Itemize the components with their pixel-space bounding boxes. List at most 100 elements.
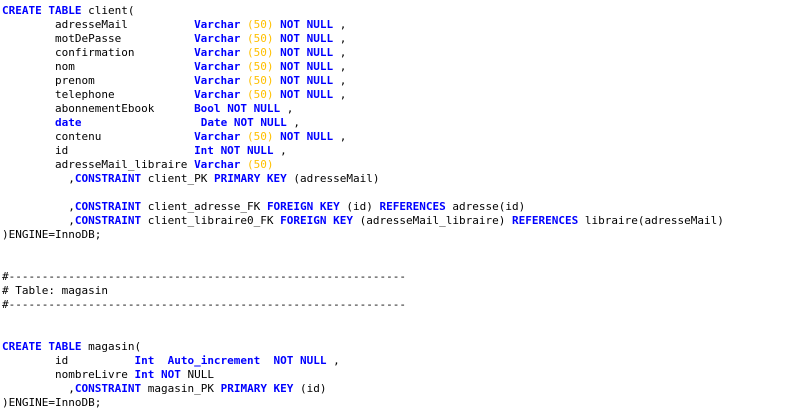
code-text: adresse(id) (445, 200, 526, 213)
sql-keyword: FOREIGN KEY (266, 200, 340, 213)
code-text: , (286, 116, 301, 129)
code-text: abonnementEbook (2, 102, 195, 115)
code-text: NULL (180, 368, 214, 381)
sql-keyword: NOT NULL (220, 144, 274, 157)
sql-comment: #---------------------------------------… (2, 298, 406, 311)
code-line: id Int Auto_increment NOT NULL , (2, 354, 340, 368)
sql-number: (50) (247, 74, 274, 87)
code-line: )ENGINE=InnoDB; (2, 396, 101, 409)
sql-keyword: Varchar (194, 60, 241, 73)
code-line: adresseMail Varchar (50) NOT NULL , (2, 18, 346, 32)
code-text: (id) (293, 382, 327, 395)
sql-keyword: Varchar (194, 130, 241, 143)
sql-keyword: NOT NULL (280, 130, 334, 143)
sql-keyword: CONSTRAINT (74, 200, 142, 213)
sql-number: (50) (247, 88, 274, 101)
code-line: ,CONSTRAINT client_adresse_FK FOREIGN KE… (2, 200, 525, 214)
sql-keyword: Varchar (194, 18, 241, 31)
sql-keyword: REFERENCES (379, 200, 446, 213)
code-line: nom Varchar (50) NOT NULL , (2, 60, 346, 74)
sql-keyword: CREATE TABLE (2, 340, 82, 353)
sql-number: (50) (247, 130, 274, 143)
sql-keyword: Varchar (194, 32, 241, 45)
code-line: ,CONSTRAINT client_PK PRIMARY KEY (adres… (2, 172, 379, 186)
code-text: magasin_PK (141, 382, 221, 395)
sql-keyword: Varchar (194, 88, 241, 101)
code-text: id (2, 354, 135, 367)
code-text: client_PK (141, 172, 214, 185)
code-line: prenom Varchar (50) NOT NULL , (2, 74, 346, 88)
code-text: nom (2, 60, 195, 73)
sql-keyword: CONSTRAINT (74, 382, 142, 395)
sql-keyword: PRIMARY KEY (213, 172, 287, 185)
sql-keyword: Varchar (194, 158, 241, 171)
code-text: , (2, 214, 75, 227)
sql-keyword: NOT NULL (280, 88, 334, 101)
sql-keyword: NOT NULL (280, 74, 334, 87)
code-text: adresseMail_libraire (2, 158, 195, 171)
code-text: , (280, 102, 294, 115)
sql-keyword: Int (194, 144, 214, 157)
sql-number: (50) (247, 158, 274, 171)
code-line: motDePasse Varchar (50) NOT NULL , (2, 32, 346, 46)
code-text: , (333, 46, 347, 59)
sql-keyword: NOT (160, 368, 181, 381)
code-text: , (2, 200, 75, 213)
code-text: telephone (2, 88, 195, 101)
sql-keyword: Date (200, 116, 228, 129)
sql-keyword: PRIMARY KEY (220, 382, 294, 395)
sql-code-editor[interactable]: CREATE TABLE client( adresseMail Varchar… (0, 0, 809, 409)
code-text: , (333, 60, 347, 73)
code-text: , (333, 18, 347, 31)
code-line: adresseMail_libraire Varchar (50) (2, 158, 274, 172)
code-text: client_adresse_FK (141, 200, 267, 213)
sql-keyword: CONSTRAINT (74, 214, 142, 227)
sql-keyword: NOT NULL (280, 46, 334, 59)
code-text: client( (81, 4, 135, 17)
code-text: client_libraire0_FK (141, 214, 281, 227)
sql-keyword: REFERENCES (511, 214, 579, 227)
code-line: CREATE TABLE client( (2, 4, 134, 18)
code-line: #---------------------------------------… (2, 270, 406, 284)
code-text: )ENGINE=InnoDB; (2, 228, 102, 241)
code-text: adresseMail (2, 18, 195, 31)
sql-number: (50) (247, 32, 274, 45)
code-line: abonnementEbook Bool NOT NULL , (2, 102, 293, 116)
code-text: , (2, 172, 75, 185)
code-text: , (273, 144, 287, 157)
code-line: id Int NOT NULL , (2, 144, 287, 158)
code-text: , (333, 88, 347, 101)
sql-keyword: CONSTRAINT (74, 172, 142, 185)
sql-keyword: NOT NULL (280, 60, 334, 73)
sql-comment: # Table: magasin (2, 284, 108, 297)
code-line: # Table: magasin (2, 284, 108, 298)
sql-keyword: Varchar (194, 46, 241, 59)
code-text: (adresseMail_libraire) (353, 214, 512, 227)
code-line: )ENGINE=InnoDB; (2, 228, 101, 242)
code-text: motDePasse (2, 32, 195, 45)
sql-keyword: NOT NULL (233, 116, 287, 129)
code-text: , (333, 74, 347, 87)
sql-number: (50) (247, 60, 274, 73)
sql-comment: #---------------------------------------… (2, 270, 406, 283)
code-line: #---------------------------------------… (2, 298, 406, 312)
code-text: , (2, 382, 75, 395)
sql-keyword: NOT NULL (273, 354, 327, 367)
code-text: , (333, 32, 347, 45)
code-text: id (2, 144, 195, 157)
code-line: telephone Varchar (50) NOT NULL , (2, 88, 346, 102)
code-text: contenu (2, 130, 195, 143)
sql-number: (50) (247, 18, 274, 31)
sql-keyword: CREATE TABLE (2, 4, 82, 17)
code-line: ,CONSTRAINT client_libraire0_FK FOREIGN … (2, 214, 724, 228)
code-line: CREATE TABLE magasin( (2, 340, 141, 354)
code-line: contenu Varchar (50) NOT NULL , (2, 130, 346, 144)
code-line: confirmation Varchar (50) NOT NULL , (2, 46, 346, 60)
code-text: (id) (339, 200, 380, 213)
code-text: , (326, 354, 340, 367)
code-line: nombreLivre Int NOT NULL (2, 368, 214, 382)
